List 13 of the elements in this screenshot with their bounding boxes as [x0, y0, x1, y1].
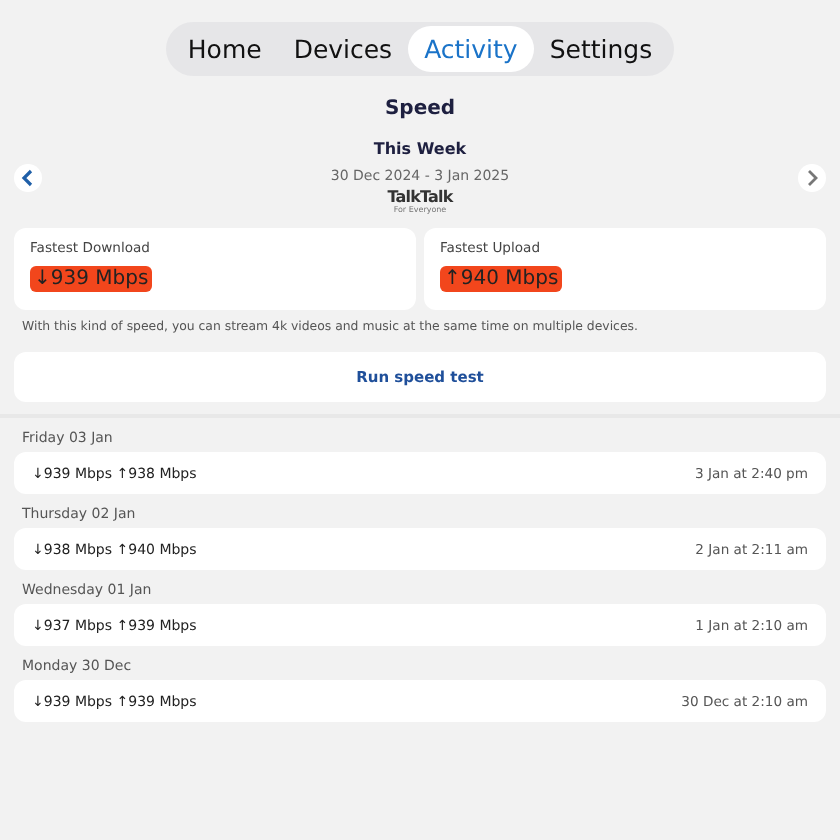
next-button[interactable] [797, 163, 826, 191]
page-title: Speed [382, 98, 458, 120]
speed-value: ↓939 Mbps [30, 266, 153, 292]
previous-button[interactable] [14, 163, 42, 191]
tab[interactable]: Settings [533, 26, 669, 72]
chevron-right-icon [803, 167, 820, 187]
tab[interactable]: Devices [277, 26, 409, 72]
logo-text: TalkTalk [387, 190, 453, 206]
tab[interactable]: Activity [408, 26, 534, 72]
chevron-left-icon [20, 167, 36, 187]
period-label: This Week [373, 140, 467, 158]
speed-value: ↑940 Mbps [440, 266, 563, 292]
tab[interactable]: Home [171, 26, 278, 72]
